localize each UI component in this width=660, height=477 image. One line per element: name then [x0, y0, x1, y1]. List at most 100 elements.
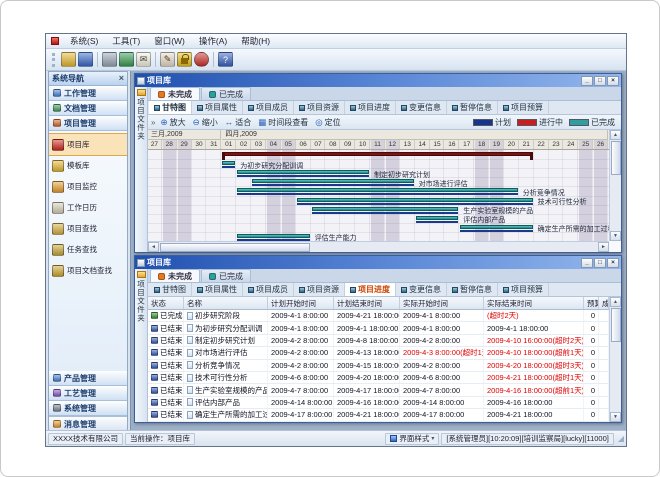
table-row[interactable]: 已结束制定初步研究计划2009-4-2 8:00:002009-4-8 18:0…	[148, 335, 609, 347]
column-header[interactable]: 成	[599, 297, 609, 309]
lock-icon[interactable]	[177, 52, 192, 67]
column-header[interactable]: 实际结束时间	[484, 297, 584, 309]
view-tab[interactable]: 项目属性	[192, 101, 243, 114]
menu-item[interactable]: 窗口(W)	[147, 34, 192, 48]
maximize-button[interactable]: □	[594, 258, 606, 268]
view-tab[interactable]: 暂停信息	[447, 283, 498, 296]
gantt-bar[interactable]	[312, 207, 459, 211]
view-tab[interactable]: 项目预算	[498, 101, 549, 114]
table-row[interactable]: 已结束技术可行性分析2009-4-6 8:00:002009-4-20 18:0…	[148, 372, 609, 384]
sidebar-item[interactable]: 工作日历	[49, 197, 127, 218]
view-tab[interactable]: 变更信息	[396, 283, 447, 296]
gantt-bar[interactable]	[237, 170, 369, 174]
view-tab[interactable]: 项目预算	[498, 283, 549, 296]
view-tab[interactable]: 项目属性	[192, 283, 243, 296]
mail-icon[interactable]: ✉	[136, 52, 151, 67]
scroll-up-icon[interactable]: ▲	[610, 297, 621, 307]
project-folders-tab[interactable]: 项目文件夹	[135, 87, 148, 252]
sidebar-item[interactable]: 项目文档查找	[49, 260, 127, 281]
view-tab[interactable]: 项目进度	[345, 101, 396, 114]
filter-tab[interactable]: 未完成	[150, 87, 200, 100]
fit-button[interactable]: ↔适合	[225, 117, 252, 128]
gantt-bar[interactable]	[416, 216, 459, 220]
menu-item[interactable]: 操作(A)	[192, 34, 234, 48]
table-row[interactable]: 已结束确定生产所需的加工过程2009-4-17 8:00:002009-4-21…	[148, 409, 609, 421]
scroll-thumb[interactable]	[611, 308, 621, 342]
sidebar-group[interactable]: 工艺管理	[49, 386, 127, 401]
ui-style-selector[interactable]: 界面样式 ▾	[385, 433, 439, 445]
time-range-button[interactable]: ▦时间段查看	[258, 117, 308, 128]
scroll-down-icon[interactable]: ▼	[610, 412, 621, 422]
stop-icon[interactable]	[194, 52, 209, 67]
open-folder-icon[interactable]	[61, 52, 76, 67]
view-tab[interactable]: 项目资源	[294, 283, 345, 296]
filter-tab[interactable]: 已完成	[201, 87, 251, 100]
refresh-icon[interactable]	[119, 52, 134, 67]
filter-tab[interactable]: 未完成	[150, 269, 200, 282]
menu-item[interactable]: 工具(T)	[105, 34, 147, 48]
gantt-vscrollbar[interactable]: ▲ ▼	[609, 130, 621, 241]
close-button[interactable]: ×	[607, 76, 619, 86]
resize-grip[interactable]: ◢	[618, 434, 624, 443]
column-header[interactable]: 预算	[584, 297, 599, 309]
zoom-in-button[interactable]: ⊕放大	[160, 117, 185, 128]
view-tab[interactable]: 变更信息	[396, 101, 447, 114]
sidebar-footer-tab[interactable]: 消息管理	[49, 416, 127, 431]
zoom-out-button[interactable]: ⊖缩小	[193, 117, 218, 128]
sidebar-item[interactable]: 模板库	[49, 155, 127, 176]
sidebar-close-icon[interactable]: ×	[119, 74, 124, 83]
view-tab[interactable]: 项目进度	[345, 283, 396, 296]
scroll-up-icon[interactable]: ▲	[610, 130, 621, 140]
column-header[interactable]: 名称	[184, 297, 268, 309]
table-row[interactable]: 已完成初步研究阶段2009-4-1 8:00:002009-4-21 18:00…	[148, 310, 609, 322]
sidebar-item[interactable]: 项目监控	[49, 176, 127, 197]
edit-icon[interactable]: ✎	[160, 52, 175, 67]
scroll-left-icon[interactable]: ◄	[148, 242, 159, 252]
maximize-button[interactable]: □	[594, 76, 606, 86]
scroll-down-icon[interactable]: ▼	[610, 231, 621, 241]
minimize-button[interactable]: _	[581, 258, 593, 268]
scroll-thumb[interactable]	[611, 141, 621, 175]
gantt-bar[interactable]	[222, 152, 532, 156]
close-button[interactable]: ×	[607, 258, 619, 268]
table-row[interactable]: 已结束为初步研究分配训调2009-4-1 8:00:002009-4-1 18:…	[148, 322, 609, 334]
gantt-bar[interactable]	[222, 161, 235, 165]
filter-tab[interactable]: 已完成	[201, 269, 251, 282]
column-header[interactable]: 计划开始时间	[268, 297, 334, 309]
gantt-hscrollbar[interactable]: ◄ ►	[148, 241, 609, 252]
view-tab[interactable]: 甘特图	[149, 283, 192, 296]
view-tab[interactable]: 甘特图	[149, 101, 192, 114]
sidebar-group[interactable]: 系统管理	[49, 401, 127, 416]
print-icon[interactable]	[102, 52, 117, 67]
gantt-bar[interactable]	[237, 188, 518, 192]
sidebar-group[interactable]: 产品管理	[49, 371, 127, 386]
view-tab[interactable]: 暂停信息	[447, 101, 498, 114]
menu-item[interactable]: 帮助(H)	[234, 34, 277, 48]
minimize-button[interactable]: _	[581, 76, 593, 86]
table-row[interactable]: 已结束对市场进行评估2009-4-2 8:00:002009-4-13 18:0…	[148, 347, 609, 359]
column-header[interactable]: 计划结束时间	[334, 297, 400, 309]
gantt-window-titlebar[interactable]: 项目库 _ □ ×	[135, 74, 621, 87]
column-header[interactable]: 状态	[148, 297, 184, 309]
project-folders-tab[interactable]: 项目文件夹	[135, 269, 148, 422]
gantt-bar[interactable]	[460, 225, 532, 229]
menu-item[interactable]: 系统(S)	[63, 34, 105, 48]
sidebar-item[interactable]: 任务查找	[49, 239, 127, 260]
help-icon[interactable]: ?	[218, 52, 233, 67]
save-icon[interactable]	[78, 52, 93, 67]
gantt-bar[interactable]	[297, 198, 533, 202]
view-tab[interactable]: 项目资源	[294, 101, 345, 114]
locate-button[interactable]: ◎定位	[315, 117, 340, 128]
gantt-bar[interactable]	[237, 234, 309, 238]
table-vscrollbar[interactable]: ▲ ▼	[609, 297, 621, 422]
sidebar-item[interactable]: 项目查找	[49, 218, 127, 239]
scroll-thumb[interactable]	[160, 243, 310, 252]
table-window-titlebar[interactable]: 项目库 _ □ ×	[135, 256, 621, 269]
toolbar-grip-icon[interactable]	[52, 53, 55, 67]
view-tab[interactable]: 项目成员	[243, 101, 294, 114]
view-tab[interactable]: 项目成员	[243, 283, 294, 296]
sidebar-group[interactable]: 项目管理	[49, 116, 127, 131]
table-row[interactable]: 已结束分析竞争情况2009-4-2 8:00:002009-4-15 18:00…	[148, 360, 609, 372]
table-row[interactable]: 已结束评估内部产品2009-4-14 8:00:002009-4-16 18:0…	[148, 397, 609, 409]
scroll-right-icon[interactable]: ►	[598, 242, 609, 252]
